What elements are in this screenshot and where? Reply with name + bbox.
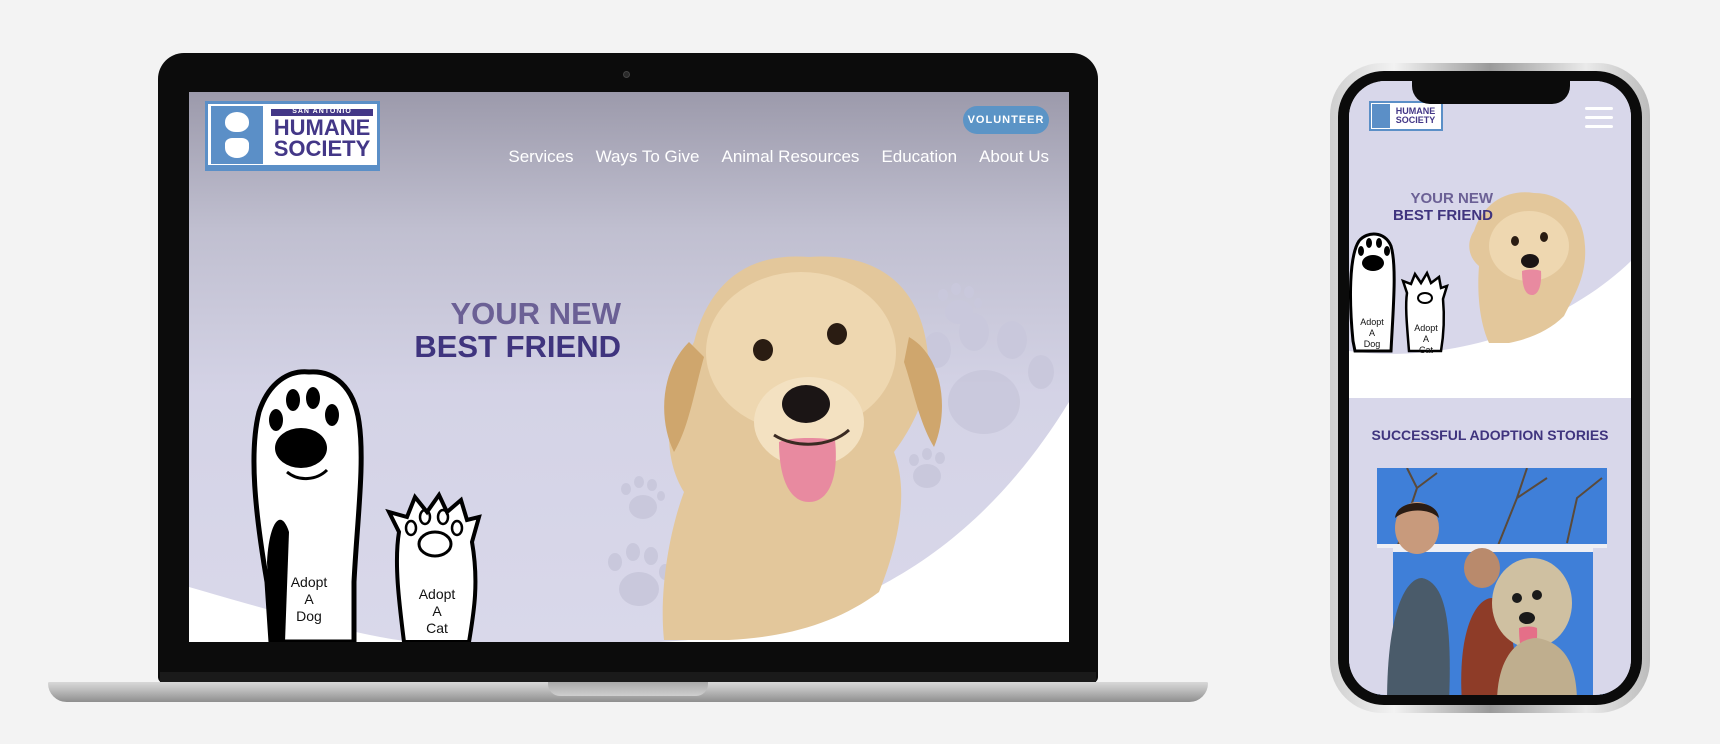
mobile-adopt-dog-line2: A	[1368, 327, 1375, 338]
nav-ways-to-give[interactable]: Ways To Give	[596, 147, 700, 167]
laptop-base-notch	[548, 682, 708, 696]
adopt-cat-line3: Cat	[426, 619, 448, 636]
mobile-hero-line1: YOUR NEW	[1410, 190, 1494, 207]
nav-animal-resources[interactable]: Animal Resources	[721, 147, 859, 167]
laptop-hinge	[160, 672, 1096, 682]
adoption-stories-heading: SUCCESSFUL ADOPTION STORIES	[1371, 427, 1609, 443]
hamburger-menu-icon[interactable]	[1585, 107, 1613, 134]
hero-background-art	[189, 256, 1069, 642]
nav-services[interactable]: Services	[508, 147, 573, 167]
mobile-adopt-cat-line2: A	[1422, 333, 1429, 344]
mobile-adopt-dog-link[interactable]: Adopt A Dog	[1353, 317, 1391, 349]
laptop-camera	[623, 71, 630, 78]
site-logo[interactable]: SAN ANTONIO HUMANE SOCIETY	[205, 101, 380, 171]
hero-line1: YOUR NEW	[450, 296, 622, 331]
nav-about-us[interactable]: About Us	[979, 147, 1049, 167]
phone-notch	[1412, 78, 1570, 104]
phone-screen: HUMANE SOCIETY YOUR NEW BEST FRIEND Adop…	[1349, 81, 1631, 695]
adopt-dog-line1: Adopt	[290, 574, 328, 590]
nav-education[interactable]: Education	[881, 147, 957, 167]
mobile-adopt-dog-line3: Dog	[1363, 338, 1381, 349]
mobile-hero-title: YOUR NEW BEST FRIEND	[1363, 190, 1494, 224]
adoption-photo-art	[1377, 468, 1607, 695]
mobile-site-logo[interactable]: HUMANE SOCIETY	[1369, 101, 1443, 131]
paw-print-icon	[923, 313, 1054, 434]
main-nav: Services Ways To Give Animal Resources E…	[508, 147, 1049, 167]
volunteer-button[interactable]: VOLUNTEER	[963, 106, 1049, 134]
adopt-dog-line3: Dog	[296, 607, 322, 624]
adopt-dog-link[interactable]: Adopt A Dog	[279, 574, 339, 624]
mobile-hero-line2: BEST FRIEND	[1392, 206, 1493, 224]
paw-print-icon	[621, 476, 665, 519]
paw-print-icon	[608, 543, 671, 606]
adoption-story-photo[interactable]	[1377, 468, 1607, 695]
laptop-screen: SAN ANTONIO HUMANE SOCIETY VOLUNTEER Ser…	[189, 92, 1069, 642]
mobile-logo-pets-icon	[1372, 104, 1390, 128]
mobile-adopt-cat-link[interactable]: Adopt A Cat	[1407, 323, 1445, 355]
mobile-adopt-cat-line3: Cat	[1418, 344, 1433, 355]
mobile-adopt-dog-line1: Adopt	[1360, 317, 1384, 327]
logo-pets-icon	[211, 105, 263, 164]
logo-line2: SOCIETY	[273, 135, 371, 161]
paw-print-icon	[909, 448, 945, 488]
adopt-cat-line1: Adopt	[418, 586, 456, 602]
hero-line2: BEST FRIEND	[414, 328, 621, 364]
adopt-cat-link[interactable]: Adopt A Cat	[407, 586, 467, 636]
adopt-dog-line2: A	[304, 590, 314, 607]
device-mockup-stage: SAN ANTONIO HUMANE SOCIETY VOLUNTEER Ser…	[0, 0, 1720, 744]
hero-title: YOUR NEW BEST FRIEND	[309, 296, 622, 364]
mobile-adopt-cat-line1: Adopt	[1414, 323, 1438, 333]
adopt-cat-line2: A	[432, 602, 442, 619]
mobile-logo-line2: SOCIETY	[1395, 115, 1436, 125]
